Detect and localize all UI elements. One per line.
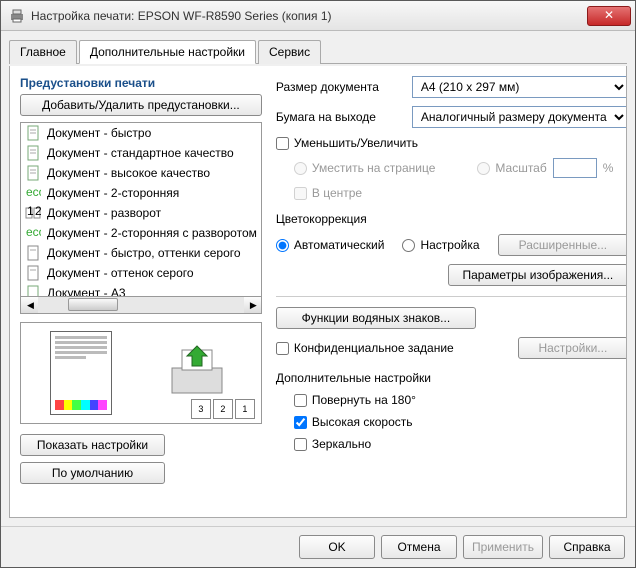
output-paper-label: Бумага на выходе: [276, 110, 406, 124]
scroll-thumb[interactable]: [68, 298, 118, 311]
color-auto-label: Автоматический: [294, 238, 385, 252]
svg-text:2: 2: [35, 205, 41, 218]
scroll-track[interactable]: [38, 297, 244, 313]
preset-item[interactable]: Документ - A3: [21, 283, 261, 297]
presets-title: Предустановки печати: [20, 76, 262, 90]
preset-item[interactable]: eco Документ - 2-сторонняя: [21, 183, 261, 203]
watermark-button[interactable]: Функции водяных знаков...: [276, 307, 476, 329]
show-settings-button[interactable]: Показать настройки: [20, 434, 165, 456]
color-title: Цветокоррекция: [276, 212, 627, 226]
ratio-label: Масштаб: [495, 161, 546, 175]
preset-item[interactable]: 12 Документ - разворот: [21, 203, 261, 223]
preset-label: Документ - 2-сторонняя с разворотом: [47, 226, 257, 240]
doc-icon: [25, 165, 41, 181]
doc-icon: [25, 145, 41, 161]
doc-gray-icon: [25, 265, 41, 281]
preset-item[interactable]: Документ - быстро, оттенки серого: [21, 243, 261, 263]
collate-icons: 3 2 1: [191, 399, 255, 419]
doc-icon: [25, 125, 41, 141]
center-checkbox: [294, 187, 307, 200]
doc-size-label: Размер документа: [276, 80, 406, 94]
color-advanced-button: Расширенные...: [498, 234, 627, 256]
spread-icon: 12: [25, 205, 41, 221]
tabs: Главное Дополнительные настройки Сервис: [9, 39, 627, 64]
speed-checkbox[interactable]: [294, 416, 307, 429]
preset-item[interactable]: Документ - стандартное качество: [21, 143, 261, 163]
printer-preview-icon: [162, 338, 232, 408]
confidential-label: Конфиденциальное задание: [294, 341, 454, 355]
ratio-radio: [477, 162, 490, 175]
defaults-button[interactable]: По умолчанию: [20, 462, 165, 484]
scroll-right-button[interactable]: ▶: [244, 297, 261, 313]
confidential-checkbox[interactable]: [276, 342, 289, 355]
dialog-footer: OK Отмена Применить Справка: [1, 526, 635, 567]
add-remove-presets-button[interactable]: Добавить/Удалить предустановки...: [20, 94, 262, 116]
mirror-checkbox[interactable]: [294, 438, 307, 451]
center-label: В центре: [312, 186, 362, 200]
right-column: Размер документа A4 (210 x 297 мм) Бумаг…: [276, 76, 627, 507]
color-custom-label: Настройка: [420, 238, 479, 252]
preset-label: Документ - быстро, оттенки серого: [47, 246, 241, 260]
color-custom-radio[interactable]: [402, 239, 415, 252]
preset-item[interactable]: Документ - быстро: [21, 123, 261, 143]
apply-button: Применить: [463, 535, 543, 559]
help-button[interactable]: Справка: [549, 535, 625, 559]
output-paper-select[interactable]: Аналогичный размеру документа: [412, 106, 627, 128]
left-column: Предустановки печати Добавить/Удалить пр…: [20, 76, 262, 507]
print-settings-window: Настройка печати: EPSON WF-R8590 Series …: [0, 0, 636, 568]
preset-item[interactable]: Документ - высокое качество: [21, 163, 261, 183]
confidential-settings-button: Настройки...: [518, 337, 627, 359]
ok-button[interactable]: OK: [299, 535, 375, 559]
preset-label: Документ - A3: [47, 286, 126, 297]
svg-text:1: 1: [27, 205, 34, 218]
eco-icon: eco: [25, 225, 41, 241]
doc-gray-icon: [25, 245, 41, 261]
page-preview: [50, 331, 112, 415]
page-num-icon: 2: [213, 399, 233, 419]
printer-icon: [9, 9, 25, 23]
titlebar: Настройка печати: EPSON WF-R8590 Series …: [1, 1, 635, 31]
close-button[interactable]: ✕: [587, 6, 631, 26]
fit-page-radio: [294, 162, 307, 175]
eco-icon: eco: [25, 185, 41, 201]
preset-item[interactable]: eco Документ - 2-сторонняя с разворотом: [21, 223, 261, 243]
doc-size-select[interactable]: A4 (210 x 297 мм): [412, 76, 627, 98]
svg-text:eco: eco: [26, 225, 41, 239]
mirror-label: Зеркально: [312, 437, 371, 451]
speed-label: Высокая скорость: [312, 415, 413, 429]
scale-checkbox[interactable]: [276, 137, 289, 150]
image-params-button[interactable]: Параметры изображения...: [448, 264, 627, 286]
preset-label: Документ - высокое качество: [47, 166, 210, 180]
percent-label: %: [603, 161, 614, 175]
preset-list[interactable]: Документ - быстро Документ - стандартное…: [20, 122, 262, 297]
rotate-label: Повернуть на 180°: [312, 393, 416, 407]
preset-label: Документ - разворот: [47, 206, 161, 220]
page-num-icon: 3: [191, 399, 211, 419]
scroll-left-button[interactable]: ◀: [21, 297, 38, 313]
svg-text:eco: eco: [26, 185, 41, 199]
preset-label: Документ - быстро: [47, 126, 151, 140]
scale-label: Уменьшить/Увеличить: [294, 136, 418, 150]
preset-hscroll[interactable]: ◀ ▶: [20, 297, 262, 314]
color-auto-radio[interactable]: [276, 239, 289, 252]
doc-icon: [25, 285, 41, 297]
preset-label: Документ - оттенок серого: [47, 266, 194, 280]
extra-title: Дополнительные настройки: [276, 371, 627, 385]
window-title: Настройка печати: EPSON WF-R8590 Series …: [31, 9, 587, 23]
preset-item[interactable]: Документ - оттенок серого: [21, 263, 261, 283]
content: Главное Дополнительные настройки Сервис …: [1, 31, 635, 526]
page-num-icon: 1: [235, 399, 255, 419]
preview-box: 3 2 1: [20, 322, 262, 424]
tab-main[interactable]: Главное: [9, 40, 77, 64]
ratio-input: [553, 158, 597, 178]
preset-label: Документ - 2-сторонняя: [47, 186, 179, 200]
preset-label: Документ - стандартное качество: [47, 146, 234, 160]
rotate-checkbox[interactable]: [294, 394, 307, 407]
cancel-button[interactable]: Отмена: [381, 535, 457, 559]
fit-page-label: Уместить на странице: [312, 161, 436, 175]
tab-service[interactable]: Сервис: [258, 40, 321, 64]
tab-panel: Предустановки печати Добавить/Удалить пр…: [9, 66, 627, 518]
tab-more-settings[interactable]: Дополнительные настройки: [79, 40, 256, 64]
